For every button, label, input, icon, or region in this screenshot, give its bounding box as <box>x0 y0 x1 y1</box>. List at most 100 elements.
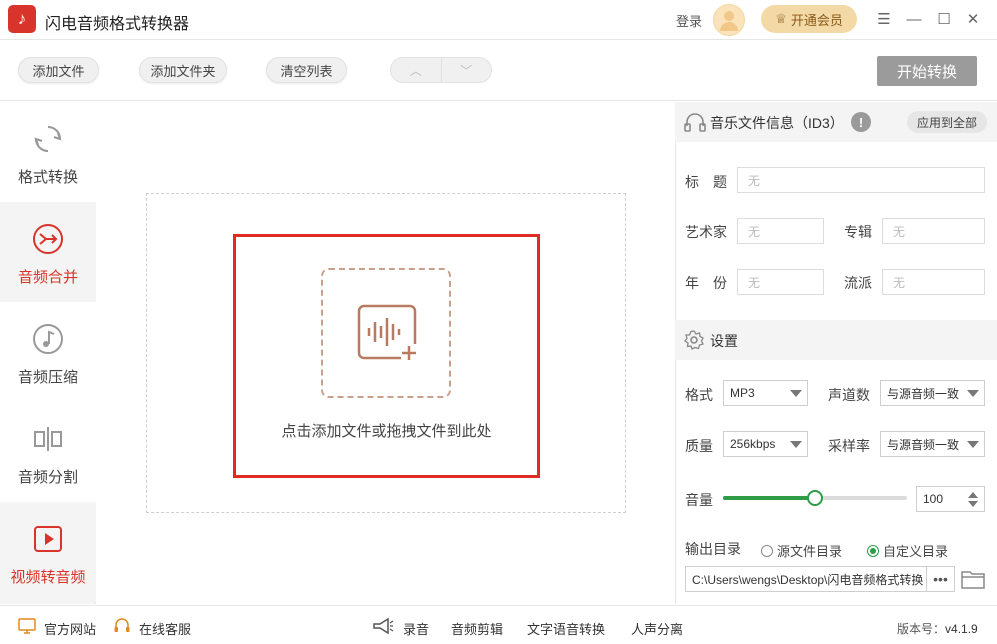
online-service-link[interactable]: 在线客服 <box>139 619 191 638</box>
volume-slider-thumb[interactable] <box>807 490 823 506</box>
vip-button[interactable]: ♕ 开通会员 <box>761 5 857 33</box>
sidebar-item-format-convert[interactable]: 格式转换 <box>0 102 96 202</box>
minimize-icon[interactable]: — <box>903 8 925 30</box>
drop-hint: 点击添加文件或拖拽文件到此处 <box>281 423 492 440</box>
source-dir-label: 源文件目录 <box>777 544 843 559</box>
headset-icon <box>114 618 130 632</box>
tts-link[interactable]: 文字语音转换 <box>527 619 605 638</box>
gear-icon <box>684 330 704 350</box>
channels-value: 与源音频一致 <box>887 386 960 401</box>
custom-dir-label: 自定义目录 <box>883 544 949 559</box>
browse-button[interactable]: ••• <box>927 566 955 592</box>
apply-all-button[interactable]: 应用到全部 <box>907 111 987 133</box>
settings-header: 设置 <box>675 320 997 360</box>
version-value: v4.1.9 <box>945 622 978 636</box>
music-note-icon: ♪ <box>8 5 36 33</box>
start-convert-button[interactable]: 开始转换 <box>877 56 977 86</box>
monitor-icon <box>18 618 36 634</box>
add-audio-icon <box>357 304 417 360</box>
title-label: 标 题 <box>685 174 727 190</box>
id3-header: 音乐文件信息（ID3） ! 应用到全部 <box>675 102 997 142</box>
crown-icon: ♕ <box>775 11 787 26</box>
stepper-down-icon[interactable] <box>968 501 978 507</box>
stepper-up-icon[interactable] <box>968 492 978 498</box>
sidebar-item-audio-split[interactable]: 音频分割 <box>0 402 96 502</box>
video-play-icon <box>31 522 65 556</box>
sidebar-item-audio-merge[interactable]: 音频合并 <box>0 202 96 302</box>
sidebar: 格式转换 音频合并 音频压缩 音频分割 视频转音频 <box>0 102 96 604</box>
samplerate-label: 采样率 <box>828 438 870 454</box>
megaphone-icon <box>373 617 394 635</box>
sidebar-item-video-to-audio[interactable]: 视频转音频 <box>0 502 96 602</box>
version-info: 版本号：v4.1.9 <box>897 620 978 637</box>
menu-icon[interactable]: ☰ <box>873 8 895 30</box>
quality-select[interactable]: 256kbps <box>723 431 808 457</box>
move-buttons: ︿ ﹀ <box>390 57 492 83</box>
app-title: 闪电音频格式转换器 <box>45 16 190 33</box>
chevron-down-icon <box>790 390 802 397</box>
channels-label: 声道数 <box>828 387 870 403</box>
radio-checked-icon <box>867 544 879 557</box>
vip-label: 开通会员 <box>790 12 843 28</box>
title-field[interactable]: 无 <box>737 167 985 193</box>
channels-select[interactable]: 与源音频一致 <box>880 380 985 406</box>
samplerate-value: 与源音频一致 <box>887 437 960 452</box>
clear-list-button[interactable]: 清空列表 <box>266 57 347 83</box>
avatar[interactable] <box>713 4 745 36</box>
custom-dir-radio[interactable]: 自定义目录 <box>867 541 948 560</box>
format-select[interactable]: MP3 <box>723 380 808 406</box>
add-audio-box[interactable] <box>321 268 451 398</box>
genre-label: 流派 <box>844 275 872 291</box>
artist-label: 艺术家 <box>685 224 727 240</box>
record-link[interactable]: 录音 <box>403 619 429 638</box>
title-bar: ♪ 闪电音频格式转换器 登录 ♕ 开通会员 ☰ — ☐ ✕ <box>0 0 997 40</box>
year-label: 年 份 <box>685 275 727 291</box>
source-dir-radio[interactable]: 源文件目录 <box>761 541 842 560</box>
vocal-separation-link[interactable]: 人声分离 <box>631 619 683 638</box>
headphones-icon <box>684 113 706 132</box>
format-value: MP3 <box>730 386 755 400</box>
quality-value: 256kbps <box>730 437 776 451</box>
settings-title: 设置 <box>710 333 738 349</box>
artist-field[interactable]: 无 <box>737 218 824 244</box>
audio-edit-link[interactable]: 音频剪辑 <box>451 619 503 638</box>
radio-icon <box>761 544 773 557</box>
output-path-field[interactable]: C:\Users\wengs\Desktop\闪电音频格式转换 <box>685 566 927 592</box>
volume-slider-fill <box>723 496 815 500</box>
toolbar: 添加文件 添加文件夹 清空列表 ︿ ﹀ <box>0 41 997 101</box>
compress-icon <box>31 322 65 356</box>
website-link[interactable]: 官方网站 <box>44 619 96 638</box>
volume-value: 100 <box>923 492 944 506</box>
split-icon <box>31 422 65 456</box>
sidebar-item-label: 音频合并 <box>17 269 78 286</box>
samplerate-select[interactable]: 与源音频一致 <box>880 431 985 457</box>
bottom-bar: 官方网站 在线客服 录音 音频剪辑 文字语音转换 人声分离 版本号：v4.1.9 <box>0 605 997 644</box>
move-up-icon[interactable]: ︿ <box>391 58 442 82</box>
close-icon[interactable]: ✕ <box>962 8 984 30</box>
info-icon[interactable]: ! <box>851 112 871 132</box>
login-link[interactable]: 登录 <box>676 11 702 30</box>
id3-title: 音乐文件信息（ID3） <box>710 115 844 131</box>
volume-label: 音量 <box>685 492 713 508</box>
chevron-down-icon <box>790 441 802 448</box>
genre-field[interactable]: 无 <box>882 269 985 295</box>
album-field[interactable]: 无 <box>882 218 985 244</box>
volume-stepper[interactable]: 100 <box>916 486 985 512</box>
merge-icon <box>31 222 65 256</box>
maximize-icon[interactable]: ☐ <box>933 8 955 30</box>
format-label: 格式 <box>685 387 713 403</box>
chevron-down-icon <box>967 441 979 448</box>
add-folder-button[interactable]: 添加文件夹 <box>139 57 227 83</box>
sidebar-item-audio-compress[interactable]: 音频压缩 <box>0 302 96 402</box>
album-label: 专辑 <box>844 224 872 240</box>
chevron-down-icon <box>967 390 979 397</box>
add-file-button[interactable]: 添加文件 <box>18 57 99 83</box>
quality-label: 质量 <box>685 438 713 454</box>
version-label: 版本号： <box>897 622 946 636</box>
sidebar-item-label: 音频压缩 <box>17 369 78 386</box>
sidebar-item-label: 音频分割 <box>17 469 78 486</box>
year-field[interactable]: 无 <box>737 269 824 295</box>
output-dir-label: 输出目录 <box>685 541 741 557</box>
move-down-icon[interactable]: ﹀ <box>442 58 492 82</box>
folder-icon[interactable] <box>961 568 985 590</box>
